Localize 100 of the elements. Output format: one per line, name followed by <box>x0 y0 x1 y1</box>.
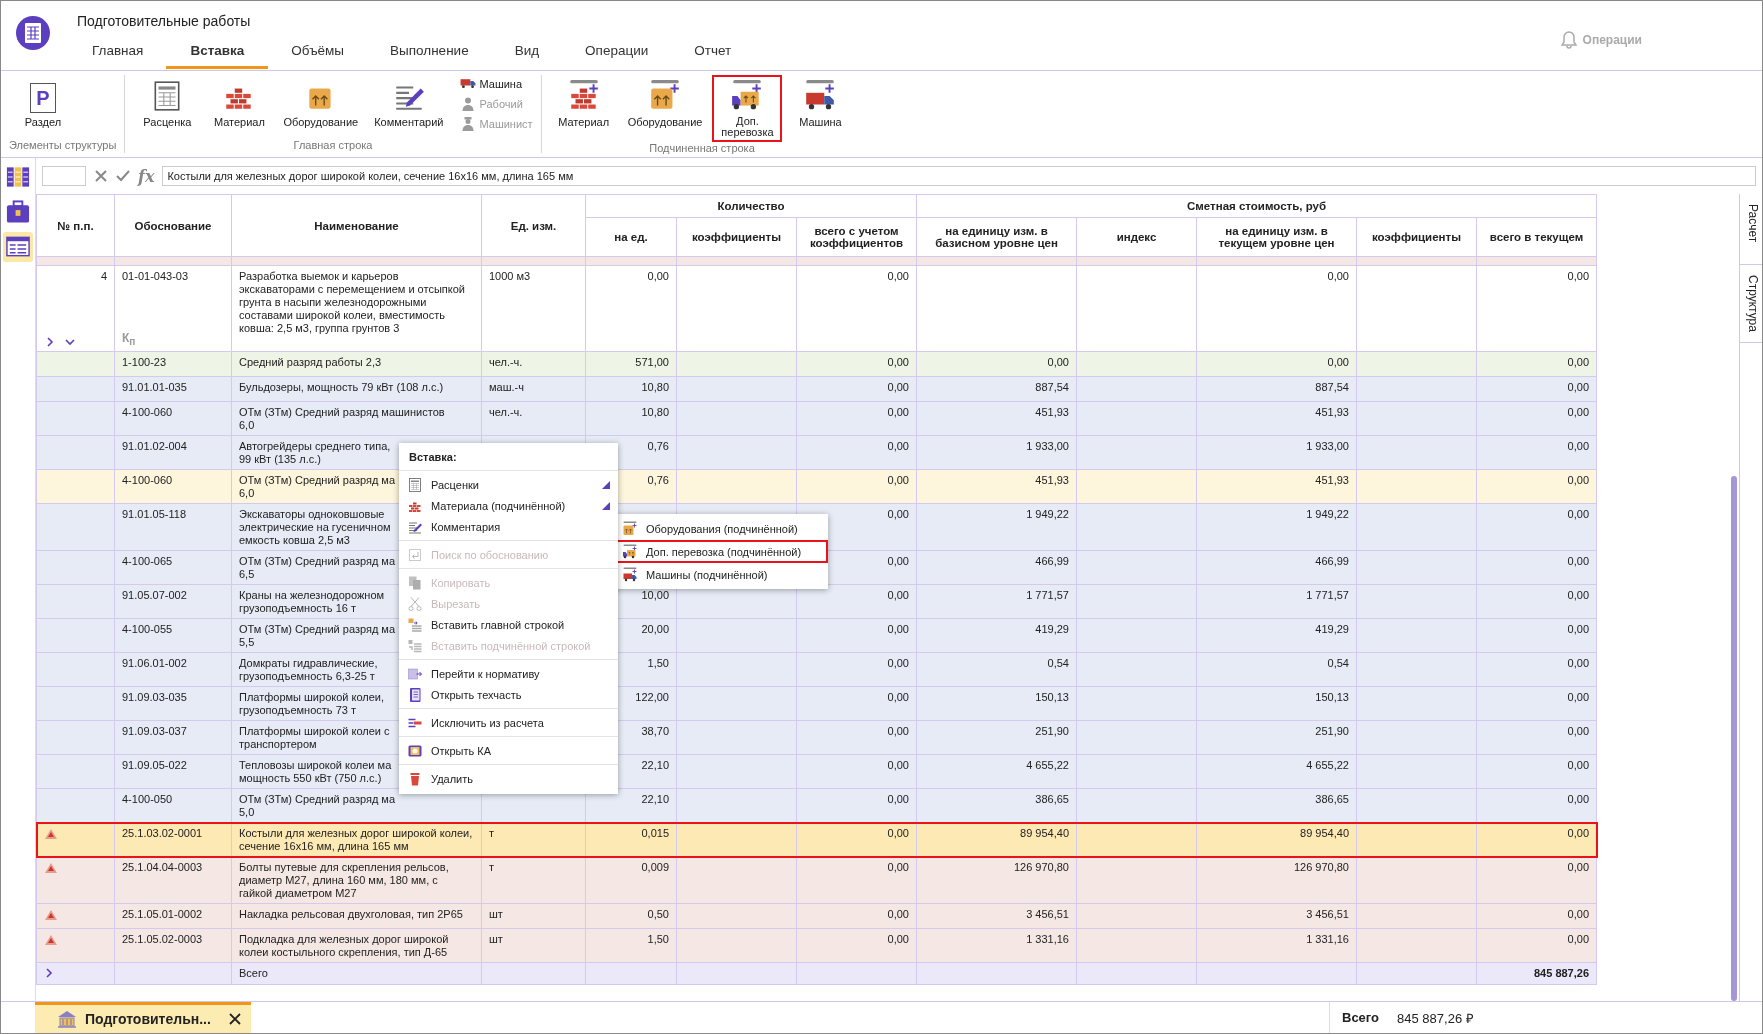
document-tab[interactable]: Подготовительн... <box>35 1002 251 1033</box>
table-cell: шт <box>481 903 586 929</box>
table-cell: 451,93 <box>1196 401 1357 436</box>
table-cell: 126 970,80 <box>916 856 1077 904</box>
chevron-right-icon <box>44 967 54 979</box>
chevron-down-icon <box>65 337 75 347</box>
table-cell: 0,00 <box>1476 618 1597 653</box>
menu-tab[interactable]: Главная <box>69 37 167 69</box>
table-row[interactable]: 25.1.03.02-0001 Костыли для железных дорог широкой колеи, сечение 16x16 мм, длина 165 мм т 0,015 0,00 89 954,40 89 954,40 0,00 <box>36 822 1597 857</box>
table-cell: 0,009 <box>585 856 677 904</box>
ribbon-button[interactable]: Материал <box>205 75 274 132</box>
app-icon <box>15 15 51 51</box>
table-row[interactable]: 4-100-050 ОТм (ЗТм) Средний разряд ма 5,0 22,10 0,00 386,65 386,65 0,00 <box>36 788 1597 823</box>
truck-plus-icon <box>622 566 638 583</box>
menu-tab[interactable]: Вид <box>491 37 563 69</box>
table-row[interactable]: 25.1.05.01-0002 Накладка рельсовая двухголовая, тип 2Р65 шт 0,50 0,00 3 456,51 3 456,51 0,00 <box>36 903 1597 929</box>
menu-title: Вставка: <box>399 443 618 471</box>
table-row[interactable]: 4-100-060 ОТм (ЗТм) Средний разряд машинистов 6,0 чел.-ч. 10,80 0,00 451,93 451,93 0,00 <box>36 401 1597 436</box>
window-title: Подготовительные работы <box>77 13 252 29</box>
check-icon <box>116 169 130 183</box>
table-cell: 419,29 <box>1196 618 1357 653</box>
status-value: 845 887,26 ₽ <box>1397 1009 1474 1027</box>
tool-button[interactable] <box>3 232 33 262</box>
columns-icon <box>5 164 31 190</box>
table-cell: 0,00 <box>1476 503 1597 551</box>
group-label: Подчиненная строка <box>648 142 756 156</box>
close-icon <box>94 169 108 183</box>
bell-icon <box>1560 31 1577 49</box>
ribbon-button[interactable]: Машина <box>786 75 855 132</box>
table-cell: 0,00 <box>1196 265 1357 352</box>
table-cell: 1 771,57 <box>1196 584 1357 619</box>
menu-tab[interactable]: Операции <box>562 37 672 69</box>
table-cell: 1000 м3 <box>481 265 586 352</box>
ribbon-button[interactable]: P Раздел <box>9 75 77 132</box>
column-header: всего с учетом коэффициентов <box>796 217 917 257</box>
cell-reference-field[interactable] <box>42 166 86 186</box>
side-tab[interactable]: Расчет <box>1740 194 1762 265</box>
table-row[interactable]: 91.01.01-035 Бульдозеры, мощность 79 кВт (108 л.с.) маш.-ч 10,80 0,00 887,54 887,54 0,00 <box>36 376 1597 402</box>
table-cell: чел.-ч. <box>481 351 586 377</box>
table-row[interactable]: 1-100-23 Средний разряд работы 2,3 чел.-ч. 571,00 0,00 0,00 0,00 0,00 <box>36 351 1597 377</box>
list-icon <box>407 637 423 654</box>
table-cell: 4-100-065 <box>114 550 232 585</box>
formula-field[interactable]: Костыли для железных дорог широкой колеи, сечение 16x16 мм, длина 165 мм <box>162 166 1756 186</box>
table-row[interactable] <box>36 265 1597 352</box>
scissors-icon <box>407 595 423 612</box>
ribbon-button[interactable]: Материал <box>549 75 618 132</box>
ribbon-button[interactable]: Машина <box>459 75 533 92</box>
ribbon-button[interactable]: Доп. перевозка <box>712 75 783 142</box>
ribbon-button[interactable]: Расценка <box>133 75 202 132</box>
ribbon-button[interactable]: Комментарий <box>368 75 450 132</box>
table-cell: 150,13 <box>916 686 1077 721</box>
table-cell: 419,29 <box>916 618 1077 653</box>
column-header: Наименование <box>231 194 482 257</box>
menu-tab[interactable]: Отчет <box>671 37 755 69</box>
menu-tab[interactable]: Объёмы <box>268 37 368 69</box>
table-cell: 1 331,16 <box>1196 928 1357 963</box>
menu-tab[interactable]: Выполнение <box>367 37 492 69</box>
table-cell: 0,00 <box>1476 652 1597 687</box>
column-header: Обоснование <box>114 194 232 257</box>
table-cell: 0,00 <box>1476 754 1597 789</box>
table-cell: 0,00 <box>796 265 917 352</box>
box-plus-icon <box>622 520 638 537</box>
menu-tab[interactable]: Вставка <box>166 37 269 69</box>
table-cell: 451,93 <box>916 469 1077 504</box>
table-cell: 91.01.01-035 <box>114 376 232 402</box>
column-header: № п.п. <box>36 194 115 257</box>
table-cell: 0,00 <box>1476 401 1597 436</box>
table-cell: 10,80 <box>585 376 677 402</box>
table-cell: 0,50 <box>585 903 677 929</box>
table-cell: Болты путевые для скрепления рельсов, диаметр М27, длина 160 мм, 180 мм, с гайкой диаметром М27 <box>231 856 482 904</box>
table-cell: 0,00 <box>796 652 917 687</box>
table-row[interactable]: 25.1.05.02-0003 Подкладка для железных дорог широкой колеи костыльного скрепления, тип Д-65 шт 1,50 0,00 1 331,16 1 331,16 0,00 <box>36 928 1597 963</box>
table-cell: 1 949,22 <box>916 503 1077 551</box>
ribbon-button[interactable]: Оборудование <box>277 75 365 132</box>
table-cell: 0,00 <box>1476 469 1597 504</box>
group-label: Элементы структуры <box>9 139 117 153</box>
side-tab[interactable]: Структура <box>1740 265 1762 343</box>
table-row[interactable]: 25.1.04.04-0003 Болты путевые для скрепления рельсов, диаметр М27, длина 160 мм, 180 мм, с гайкой диаметром М27 т 0,009 0,00 126 970,80 126 970,80 0,00 <box>36 856 1597 904</box>
table-cell: 0,00 <box>796 351 917 377</box>
row-number: 4 <box>100 270 107 283</box>
table-cell: Всего <box>231 962 482 985</box>
table-cell: 0,00 <box>1476 856 1597 904</box>
status-label: Всего <box>1342 1010 1380 1025</box>
table-cell: 887,54 <box>916 376 1077 402</box>
table-cell: ОТм (ЗТм) Средний разряд машинистов 6,0 <box>231 401 482 436</box>
table-cell: 126 970,80 <box>1196 856 1357 904</box>
table-cell: 91.09.03-035 <box>114 686 232 721</box>
table-cell: маш.-ч <box>481 376 586 402</box>
warning-icon <box>45 863 57 873</box>
table-cell: т <box>481 856 586 904</box>
ribbon-button[interactable]: Оборудование <box>621 75 709 132</box>
table-cell: 1 331,16 <box>916 928 1077 963</box>
table-cell: 0,00 <box>1476 928 1597 963</box>
truck-icon <box>459 78 476 89</box>
table-cell: 4-100-055 <box>114 618 232 653</box>
table-cell: 4 655,22 <box>916 754 1077 789</box>
table-cell: 845 887,26 <box>1476 962 1597 985</box>
function-label[interactable]: fx <box>138 166 155 186</box>
table-cell: Бульдозеры, мощность 79 кВт (108 л.с.) <box>231 376 482 402</box>
table-cell: 0,00 <box>1476 584 1597 619</box>
